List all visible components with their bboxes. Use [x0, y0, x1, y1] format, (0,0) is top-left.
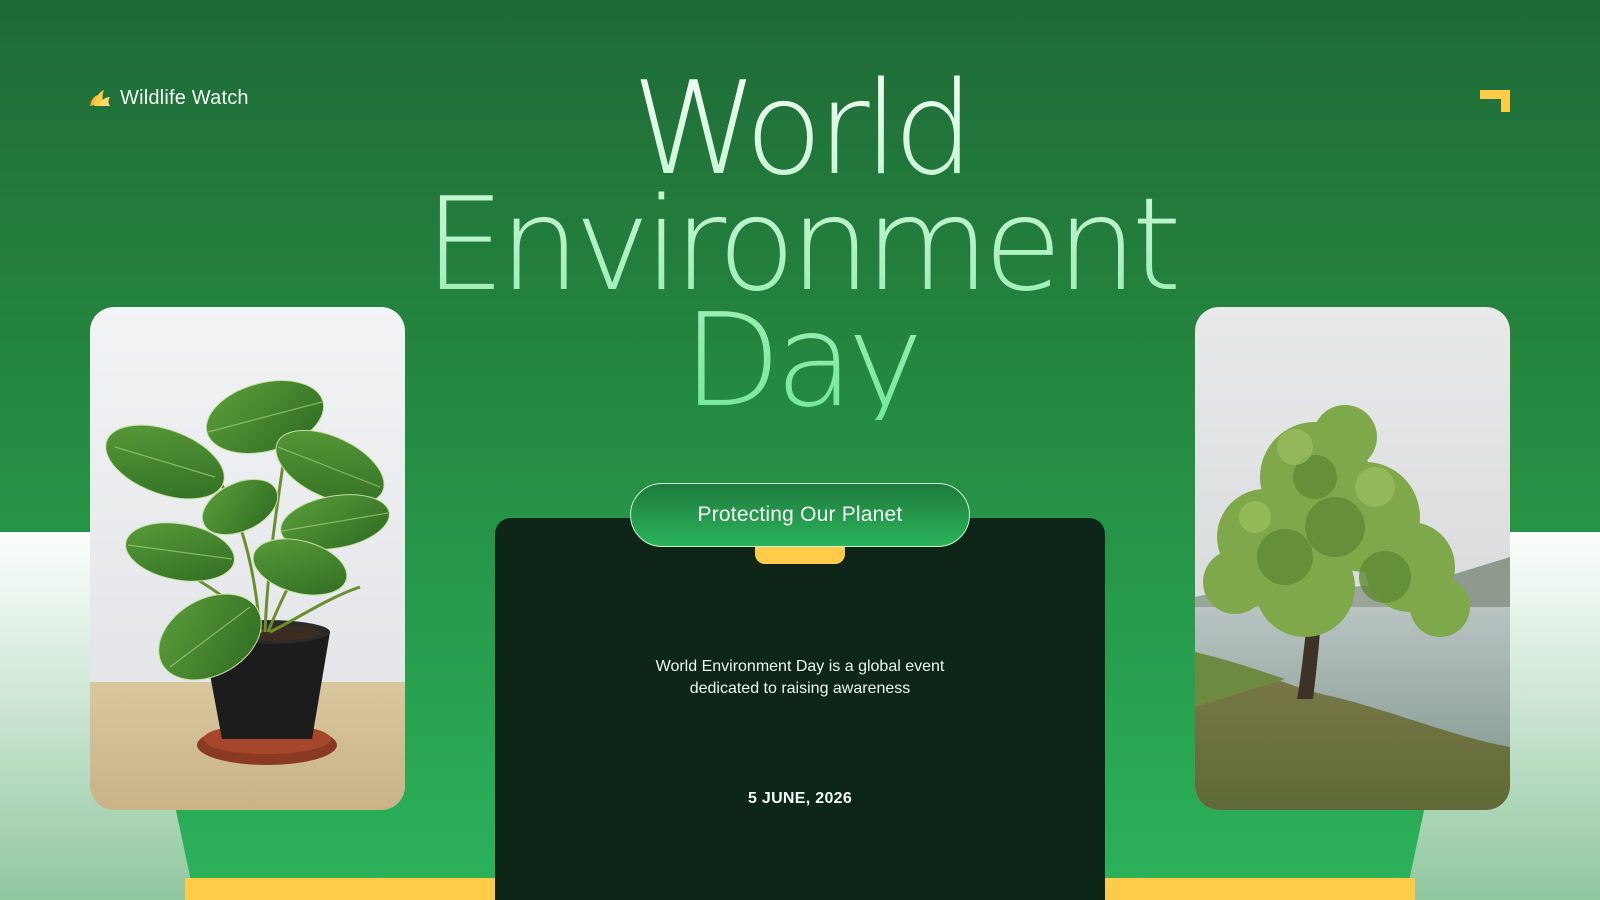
brand-name: Wildlife Watch — [120, 86, 249, 109]
event-date: 5 JUNE, 2026 — [747, 790, 853, 807]
brand: Wildlife Watch — [88, 86, 249, 110]
description-line-1: World Environment Day is a global event — [655, 658, 945, 675]
bottom-strip-left — [185, 878, 495, 900]
tree-by-lake-photo — [1195, 307, 1510, 810]
description: World Environment Day is a global event … — [600, 656, 1000, 700]
leaf-icon — [90, 90, 110, 106]
slide: Wildlife Watch World Environment Day Pro… — [0, 0, 1600, 900]
corner-bracket-icon — [1480, 90, 1510, 112]
page-title: World Environment Day — [400, 72, 1200, 420]
protecting-our-planet-button[interactable]: Protecting Our Planet — [630, 483, 970, 547]
potted-plant-photo — [90, 307, 405, 810]
title-line-3: Day — [682, 287, 918, 436]
center-panel — [495, 518, 1105, 900]
description-line-2: dedicated to raising awareness — [689, 680, 911, 697]
bottom-strip-right — [1105, 878, 1415, 900]
